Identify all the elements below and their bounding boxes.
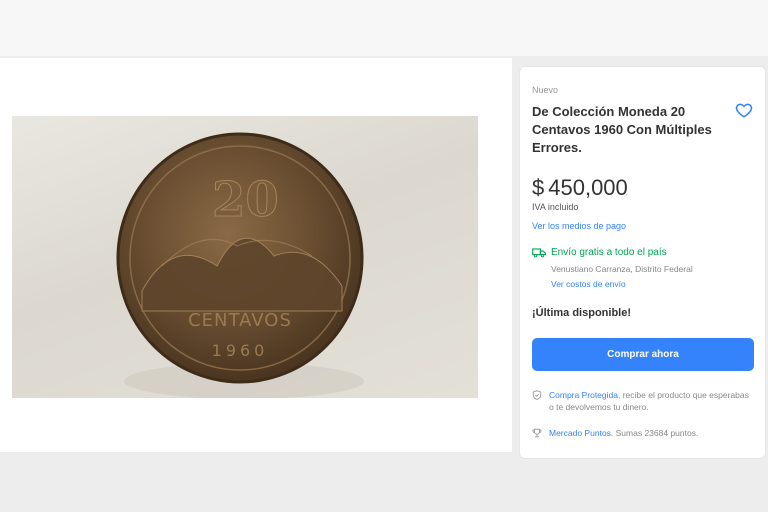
purchase-protection: Compra Protegida, recibe el producto que…	[532, 389, 754, 413]
truck-icon	[532, 248, 546, 258]
price-currency: $	[532, 175, 545, 200]
product-gallery: 20 CENTAVOS 1960	[0, 58, 512, 452]
top-strip	[0, 0, 768, 56]
product-title: De Colección Moneda 20 Centavos 1960 Con…	[532, 104, 712, 155]
free-shipping-label: Envío gratis a todo el país	[551, 247, 667, 258]
purchase-panel: Nuevo De Colección Moneda 20 Centavos 19…	[519, 66, 766, 459]
coin-year: 1960	[212, 341, 269, 360]
price: $450,000	[532, 175, 628, 201]
loyalty-points: Mercado Puntos. Sumas 23684 puntos.	[532, 427, 754, 439]
item-condition: Nuevo	[532, 85, 559, 95]
price-amount: 450,000	[548, 175, 628, 200]
product-photo[interactable]: 20 CENTAVOS 1960	[12, 116, 478, 398]
protected-purchase-link[interactable]: Compra Protegida	[549, 390, 618, 400]
points-text: . Sumas 23684 puntos.	[610, 428, 699, 438]
shipping-costs-link[interactable]: Ver costos de envío	[551, 279, 626, 289]
heart-icon[interactable]	[735, 101, 753, 119]
shield-icon	[532, 390, 542, 400]
buy-now-button[interactable]: Comprar ahora	[532, 338, 754, 371]
shipping-location: Venustiano Carranza, Distrito Federal	[551, 264, 693, 274]
trophy-icon	[532, 428, 542, 438]
payment-methods-link[interactable]: Ver los medios de pago	[532, 221, 626, 231]
coin-label: CENTAVOS	[188, 310, 292, 331]
coin-denomination: 20	[212, 172, 279, 228]
coin-image: 20 CENTAVOS 1960	[116, 132, 364, 398]
stock-status: ¡Última disponible!	[532, 307, 631, 319]
tax-note: IVA incluido	[532, 202, 579, 212]
mercado-points-link[interactable]: Mercado Puntos	[549, 428, 611, 438]
